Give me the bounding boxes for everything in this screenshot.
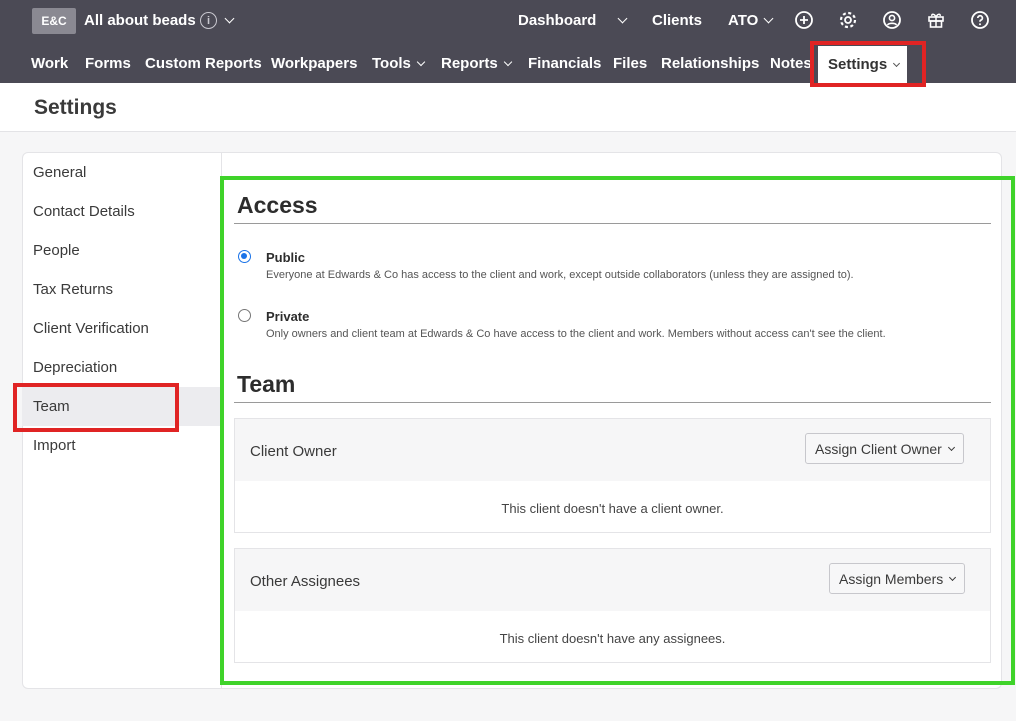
sidebar-item-tax-returns[interactable]: Tax Returns <box>33 281 113 298</box>
clients-link[interactable]: Clients <box>652 12 702 29</box>
dashboard-link[interactable]: Dashboard <box>518 12 596 29</box>
sidebar-item-general[interactable]: General <box>33 164 86 181</box>
info-icon[interactable]: i <box>200 12 217 29</box>
nav-work[interactable]: Work <box>31 55 68 72</box>
nav-notes[interactable]: Notes <box>770 55 812 72</box>
nav-label: Notes <box>770 55 812 72</box>
gift-icon[interactable] <box>926 10 946 30</box>
sidebar-item-depreciation[interactable]: Depreciation <box>33 359 117 376</box>
nav-label: Financials <box>528 55 602 72</box>
nav-label: Forms <box>85 55 131 72</box>
nav-forms[interactable]: Forms <box>85 55 131 72</box>
nav-label: Reports <box>441 55 498 72</box>
team-highlight-box <box>13 383 179 432</box>
user-circle-icon[interactable] <box>882 10 902 30</box>
page-header: Settings <box>0 83 1016 132</box>
settings-highlight-box <box>810 41 926 87</box>
page-title: Settings <box>34 96 117 119</box>
dashboard-chevron-icon[interactable] <box>617 13 628 24</box>
chevron-down-icon <box>416 57 426 66</box>
nav-workpapers[interactable]: Workpapers <box>271 55 357 72</box>
nav-tools[interactable]: Tools <box>372 55 426 72</box>
nav-label: Workpapers <box>271 55 358 72</box>
ato-menu[interactable]: ATO <box>728 12 758 29</box>
help-icon[interactable] <box>970 10 990 30</box>
ato-chevron-icon[interactable] <box>763 13 774 24</box>
client-name[interactable]: All about beads <box>84 12 196 29</box>
nav-reports[interactable]: Reports <box>441 55 512 72</box>
sidebar-item-import[interactable]: Import <box>33 437 76 454</box>
nav-label: Tools <box>372 55 411 72</box>
nav-label: Relationships <box>661 55 760 72</box>
chevron-down-icon <box>503 57 512 66</box>
content-highlight-box <box>220 176 1015 685</box>
firm-logo[interactable]: E&C <box>32 8 76 34</box>
nav-custom-reports[interactable]: Custom Reports <box>145 55 262 72</box>
nav-label: Files <box>613 55 648 72</box>
nav-relationships[interactable]: Relationships <box>661 55 759 72</box>
plus-circle-icon[interactable] <box>794 10 814 30</box>
client-switch-chevron-icon[interactable] <box>224 13 235 24</box>
gear-icon[interactable] <box>838 10 858 30</box>
nav-label: Work <box>31 55 69 72</box>
sidebar-item-people[interactable]: People <box>33 242 80 259</box>
nav-label: Custom Reports <box>145 55 262 72</box>
sidebar-item-contact-details[interactable]: Contact Details <box>33 203 135 220</box>
nav-files[interactable]: Files <box>613 55 647 72</box>
sidebar-item-client-verification[interactable]: Client Verification <box>33 320 149 337</box>
nav-financials[interactable]: Financials <box>528 55 601 72</box>
